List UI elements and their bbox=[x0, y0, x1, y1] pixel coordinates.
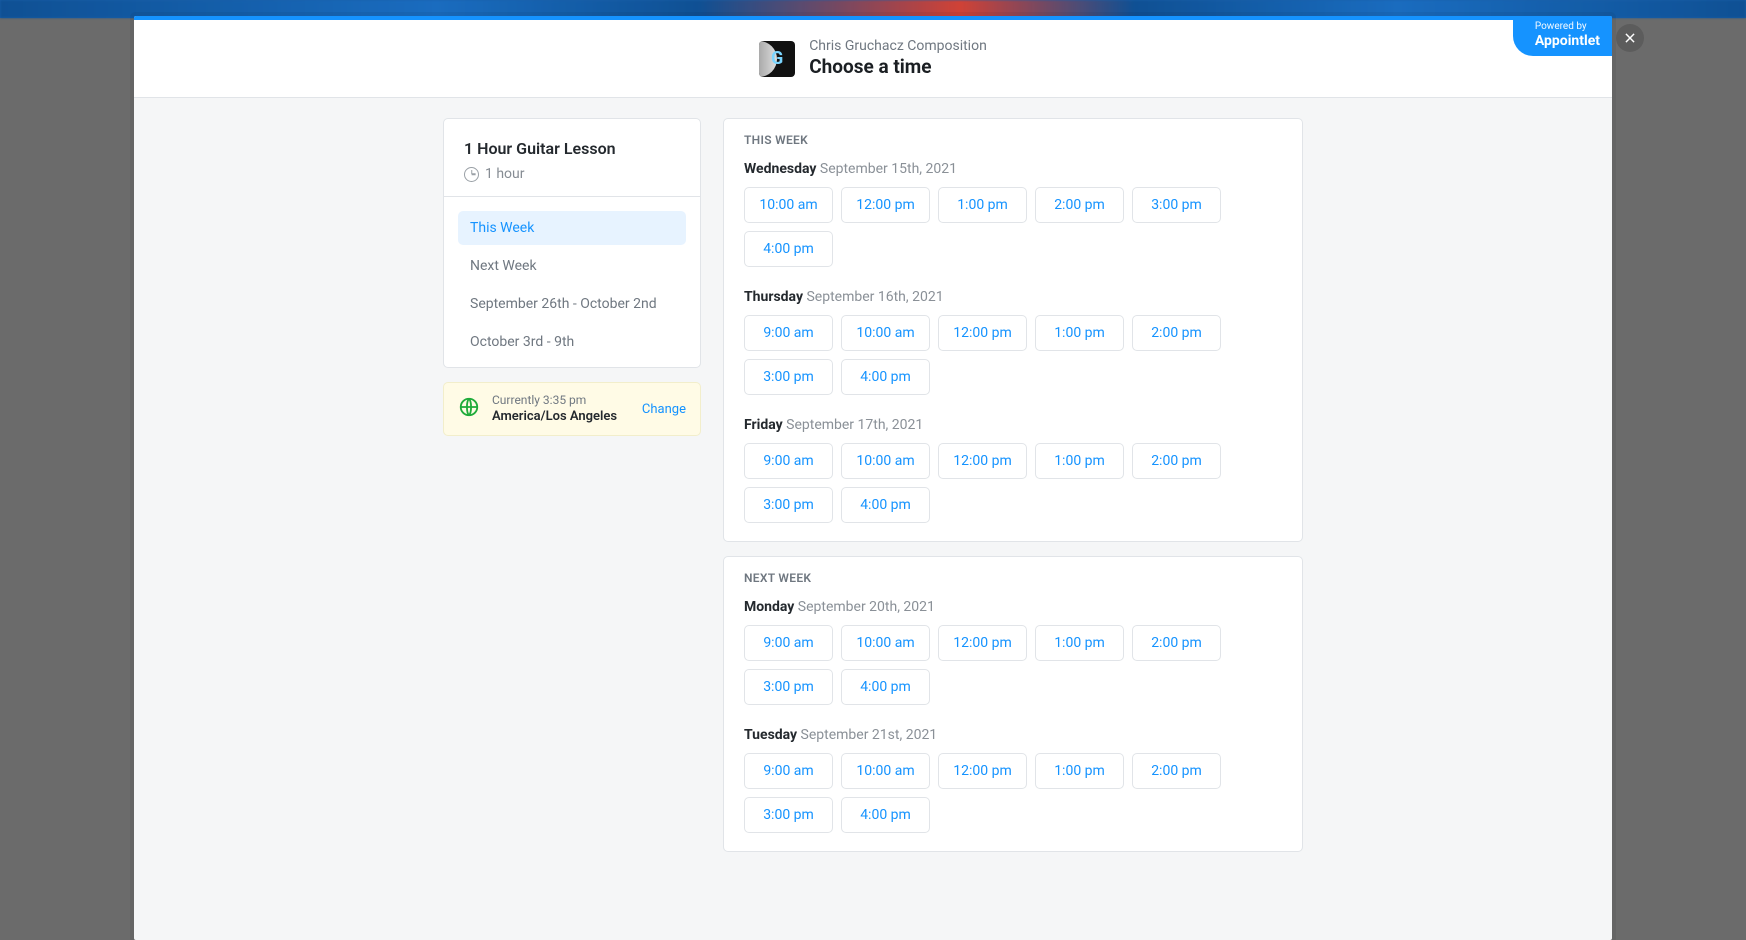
time-slot[interactable]: 3:00 pm bbox=[744, 359, 833, 395]
slot-row: 9:00 am10:00 am12:00 pm1:00 pm2:00 pm 3:0… bbox=[744, 315, 1282, 395]
week-item[interactable]: This Week bbox=[458, 211, 686, 245]
day-block: Monday September 20th, 2021 9:00 am10:00 … bbox=[724, 595, 1302, 723]
slot-row: 9:00 am10:00 am12:00 pm1:00 pm2:00 pm 3:0… bbox=[744, 625, 1282, 705]
day-header: Thursday September 16th, 2021 bbox=[744, 289, 1282, 305]
time-slot[interactable]: 4:00 pm bbox=[841, 797, 930, 833]
day-block: Thursday September 16th, 2021 9:00 am10:0… bbox=[724, 285, 1302, 413]
time-slot[interactable]: 1:00 pm bbox=[1035, 315, 1124, 351]
time-slot[interactable]: 12:00 pm bbox=[938, 753, 1027, 789]
day-name: Wednesday bbox=[744, 161, 816, 177]
time-slot[interactable]: 10:00 am bbox=[841, 443, 930, 479]
time-slot[interactable]: 2:00 pm bbox=[1132, 443, 1221, 479]
day-date: September 21st, 2021 bbox=[797, 727, 937, 743]
time-slot[interactable]: 10:00 am bbox=[841, 753, 930, 789]
day-block: Friday September 17th, 2021 9:00 am10:00 … bbox=[724, 413, 1302, 541]
powered-by-badge[interactable]: Powered by Appointlet bbox=[1513, 16, 1612, 56]
week-item[interactable]: Next Week bbox=[458, 249, 686, 283]
clock-icon bbox=[464, 167, 479, 182]
day-header: Wednesday September 15th, 2021 bbox=[744, 161, 1282, 177]
time-slot[interactable]: 9:00 am bbox=[744, 625, 833, 661]
week-section: NEXT WEEK Monday September 20th, 2021 9:00… bbox=[723, 556, 1303, 852]
time-slot[interactable]: 4:00 pm bbox=[841, 359, 930, 395]
timezone-change-link[interactable]: Change bbox=[642, 402, 686, 417]
day-header: Monday September 20th, 2021 bbox=[744, 599, 1282, 615]
time-slot[interactable]: 4:00 pm bbox=[744, 231, 833, 267]
sidebar: 1 Hour Guitar Lesson 1 hour This Week Nex… bbox=[443, 118, 701, 436]
time-slot[interactable]: 1:00 pm bbox=[1035, 753, 1124, 789]
content-scroll[interactable]: 1 Hour Guitar Lesson 1 hour This Week Nex… bbox=[134, 98, 1612, 940]
day-block: Tuesday September 21st, 2021 9:00 am10:00… bbox=[724, 723, 1302, 851]
time-slot[interactable]: 9:00 am bbox=[744, 443, 833, 479]
time-slot[interactable]: 10:00 am bbox=[744, 187, 833, 223]
powered-by-label: Powered by bbox=[1535, 21, 1600, 33]
day-name: Tuesday bbox=[744, 727, 797, 743]
meeting-duration: 1 hour bbox=[485, 166, 525, 182]
day-header: Tuesday September 21st, 2021 bbox=[744, 727, 1282, 743]
section-label: NEXT WEEK bbox=[724, 557, 1302, 595]
time-slot[interactable]: 2:00 pm bbox=[1035, 187, 1124, 223]
week-item[interactable]: October 3rd - 9th bbox=[458, 325, 686, 359]
time-slot[interactable]: 9:00 am bbox=[744, 315, 833, 351]
time-slot[interactable]: 3:00 pm bbox=[744, 669, 833, 705]
time-slot[interactable]: 12:00 pm bbox=[938, 625, 1027, 661]
day-name: Friday bbox=[744, 417, 783, 433]
day-name: Thursday bbox=[744, 289, 803, 305]
time-slot[interactable]: 1:00 pm bbox=[938, 187, 1027, 223]
day-name: Monday bbox=[744, 599, 794, 615]
day-header: Friday September 17th, 2021 bbox=[744, 417, 1282, 433]
week-section: THIS WEEK Wednesday September 15th, 2021 1… bbox=[723, 118, 1303, 542]
time-slot[interactable]: 1:00 pm bbox=[1035, 625, 1124, 661]
time-slot[interactable]: 2:00 pm bbox=[1132, 625, 1221, 661]
globe-icon bbox=[458, 396, 480, 422]
meeting-card: 1 Hour Guitar Lesson 1 hour This Week Nex… bbox=[443, 118, 701, 368]
time-slot[interactable]: 3:00 pm bbox=[744, 487, 833, 523]
week-list[interactable]: This Week Next Week September 26th - Octob… bbox=[444, 197, 700, 367]
powered-by-brand: Appointlet bbox=[1535, 33, 1600, 49]
close-icon bbox=[1623, 31, 1637, 45]
day-date: September 16th, 2021 bbox=[803, 289, 944, 305]
week-item[interactable]: September 26th - October 2nd bbox=[458, 287, 686, 321]
time-slot[interactable]: 3:00 pm bbox=[744, 797, 833, 833]
time-slot[interactable]: 12:00 pm bbox=[841, 187, 930, 223]
day-date: September 17th, 2021 bbox=[783, 417, 924, 433]
org-logo: G bbox=[759, 41, 795, 77]
time-slot[interactable]: 1:00 pm bbox=[1035, 443, 1124, 479]
close-button[interactable] bbox=[1616, 24, 1644, 52]
timezone-current-time: Currently 3:35 pm bbox=[492, 393, 630, 409]
page-title: Choose a time bbox=[809, 55, 987, 79]
time-slot[interactable]: 12:00 pm bbox=[938, 315, 1027, 351]
day-block: Wednesday September 15th, 2021 10:00 am12… bbox=[724, 157, 1302, 285]
time-slot[interactable]: 2:00 pm bbox=[1132, 753, 1221, 789]
slot-row: 9:00 am10:00 am12:00 pm1:00 pm2:00 pm 3:0… bbox=[744, 753, 1282, 833]
time-slot[interactable]: 4:00 pm bbox=[841, 487, 930, 523]
time-slots-column: THIS WEEK Wednesday September 15th, 2021 1… bbox=[723, 118, 1303, 866]
time-slot[interactable]: 3:00 pm bbox=[1132, 187, 1221, 223]
day-date: September 20th, 2021 bbox=[794, 599, 935, 615]
time-slot[interactable]: 10:00 am bbox=[841, 315, 930, 351]
timezone-card: Currently 3:35 pm America/Los Angeles Ch… bbox=[443, 382, 701, 436]
week-item[interactable]: October 10th - 16th bbox=[458, 363, 686, 367]
meeting-title: 1 Hour Guitar Lesson bbox=[464, 139, 680, 158]
section-label: THIS WEEK bbox=[724, 119, 1302, 157]
time-slot[interactable]: 9:00 am bbox=[744, 753, 833, 789]
header-bar: G Chris Gruchacz Composition Choose a ti… bbox=[134, 20, 1612, 98]
time-slot[interactable]: 12:00 pm bbox=[938, 443, 1027, 479]
time-slot[interactable]: 10:00 am bbox=[841, 625, 930, 661]
slot-row: 10:00 am12:00 pm1:00 pm2:00 pm3:00 pm 4:0… bbox=[744, 187, 1282, 267]
time-slot[interactable]: 4:00 pm bbox=[841, 669, 930, 705]
booking-modal: Powered by Appointlet G Chris Gruchacz C… bbox=[134, 16, 1612, 940]
timezone-name: America/Los Angeles bbox=[492, 409, 630, 426]
slot-row: 9:00 am10:00 am12:00 pm1:00 pm2:00 pm 3:0… bbox=[744, 443, 1282, 523]
day-date: September 15th, 2021 bbox=[816, 161, 957, 177]
org-name: Chris Gruchacz Composition bbox=[809, 38, 987, 56]
time-slot[interactable]: 2:00 pm bbox=[1132, 315, 1221, 351]
